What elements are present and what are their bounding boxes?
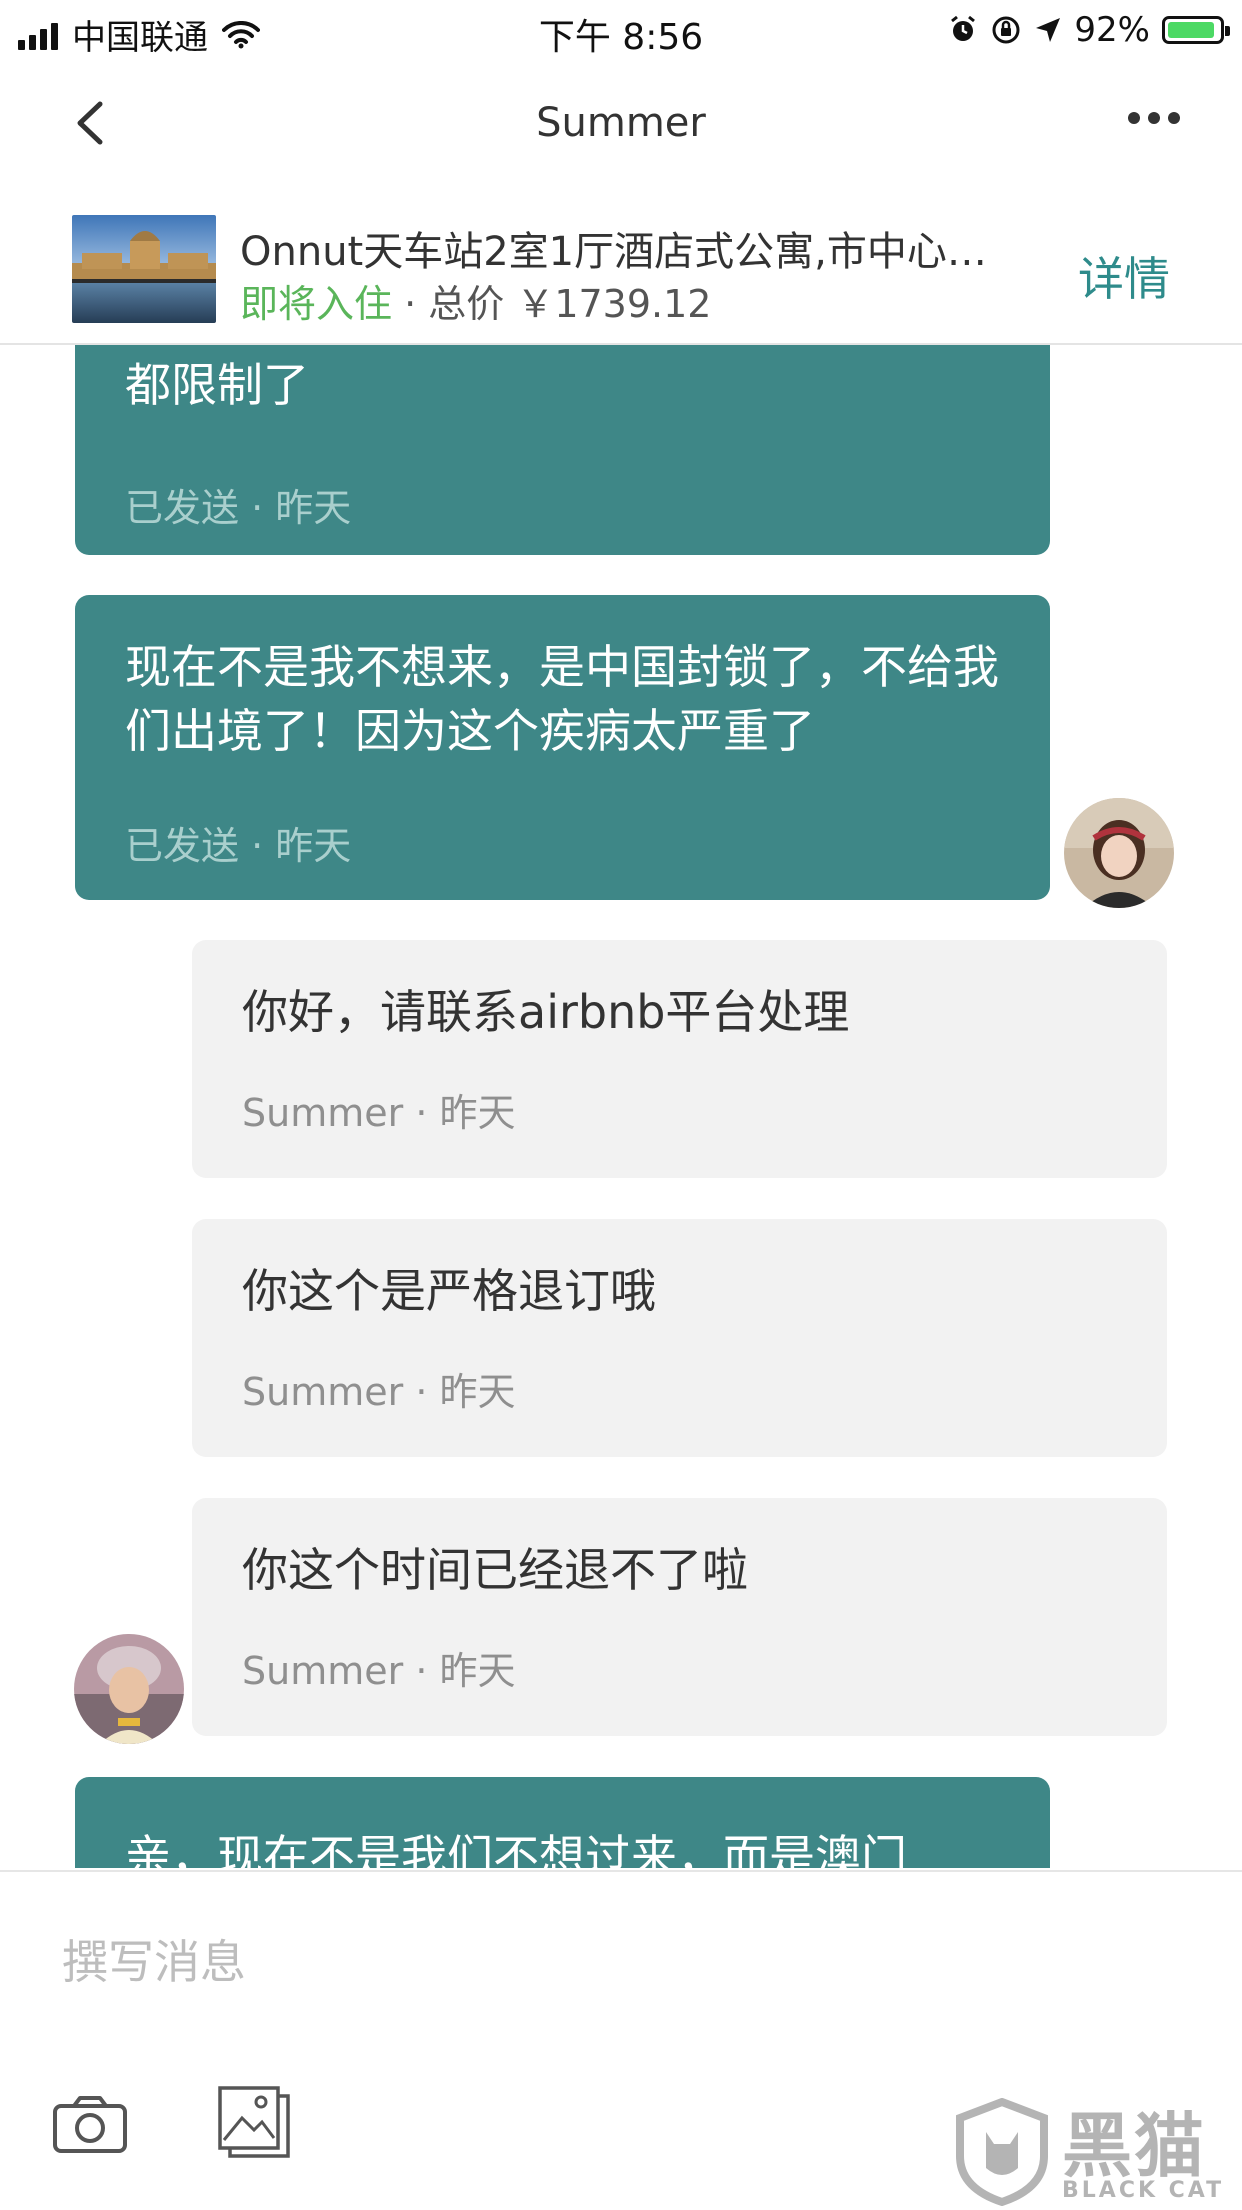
image-icon[interactable] [216, 2084, 292, 2160]
message-bubble-incoming: 你好，请联系airbnb平台处理 Summer · 昨天 [192, 940, 1167, 1178]
message-text: 你好，请联系airbnb平台处理 [242, 985, 850, 1039]
message-text: 你这个是严格退订哦 [242, 1264, 656, 1318]
listing-bar[interactable]: Onnut天车站2室1厅酒店式公寓,市中心… 即将入住 · 总价 ￥1739.1… [0, 195, 1242, 345]
message-meta: Summer · 昨天 [242, 1649, 516, 1693]
details-link[interactable]: 详情 [1078, 243, 1170, 309]
nav-bar: Summer [0, 60, 1242, 190]
conversation-title: Summer [536, 100, 706, 146]
message-meta: Summer · 昨天 [242, 1370, 516, 1414]
status-right: 92% [948, 10, 1230, 50]
host-avatar[interactable] [68, 1628, 190, 1750]
watermark-name: 黑猫 [1062, 2105, 1206, 2187]
status-bar: 中国联通 下午 8:56 92% [0, 0, 1242, 60]
message-bubble-outgoing: 亲，现在不是我们不想过来，而是澳门 [75, 1777, 1050, 1868]
listing-subtitle: 即将入住 · 总价 ￥1739.12 [240, 273, 711, 328]
message-input[interactable] [62, 1922, 1162, 2002]
location-icon [1036, 18, 1061, 42]
message-bubble-incoming: 你这个时间已经退不了啦 Summer · 昨天 [192, 1498, 1167, 1736]
message-list[interactable]: 房费可以退换与，我们真的想来，但是出境都限制了 已发送 · 昨天 现在不是我不想… [0, 345, 1242, 1868]
camera-icon[interactable] [52, 2094, 128, 2154]
message-meta: 已发送 · 昨天 [125, 824, 352, 868]
listing-title[interactable]: Onnut天车站2室1厅酒店式公寓,市中心… [240, 219, 1010, 277]
message-text: 亲，现在不是我们不想过来，而是澳门 [125, 1830, 907, 1868]
battery-percent: 92% [1074, 10, 1150, 50]
more-horizontal-icon[interactable] [1124, 108, 1184, 128]
booking-status: 即将入住 [240, 282, 393, 326]
message-bubble-outgoing: 房费可以退换与，我们真的想来，但是出境都限制了 已发送 · 昨天 [75, 345, 1050, 555]
message-text: 房费可以退换与，我们真的想来，但是出境都限制了 [125, 345, 999, 412]
message-bubble-incoming: 你这个是严格退订哦 Summer · 昨天 [192, 1219, 1167, 1457]
battery-icon [1162, 16, 1230, 44]
message-meta: Summer · 昨天 [242, 1091, 516, 1135]
listing-thumbnail[interactable] [72, 215, 216, 323]
alarm-icon [951, 15, 976, 41]
message-text: 你这个时间已经退不了啦 [242, 1543, 748, 1597]
rotation-lock-icon [992, 16, 1020, 44]
message-text: 现在不是我不想来，是中国封锁了，不给我们出境了！因为这个疾病太严重了 [125, 640, 999, 758]
message-bubble-outgoing: 现在不是我不想来，是中国封锁了，不给我们出境了！因为这个疾病太严重了 已发送 ·… [75, 595, 1050, 900]
total-price: · 总价 ￥1739.12 [392, 282, 712, 326]
sender-avatar[interactable] [1058, 792, 1180, 914]
watermark-sub: BLACK CAT [1062, 2178, 1225, 2203]
blackcat-watermark: 黑猫 BLACK CAT [952, 2090, 1242, 2208]
message-meta: 已发送 · 昨天 [125, 486, 352, 530]
